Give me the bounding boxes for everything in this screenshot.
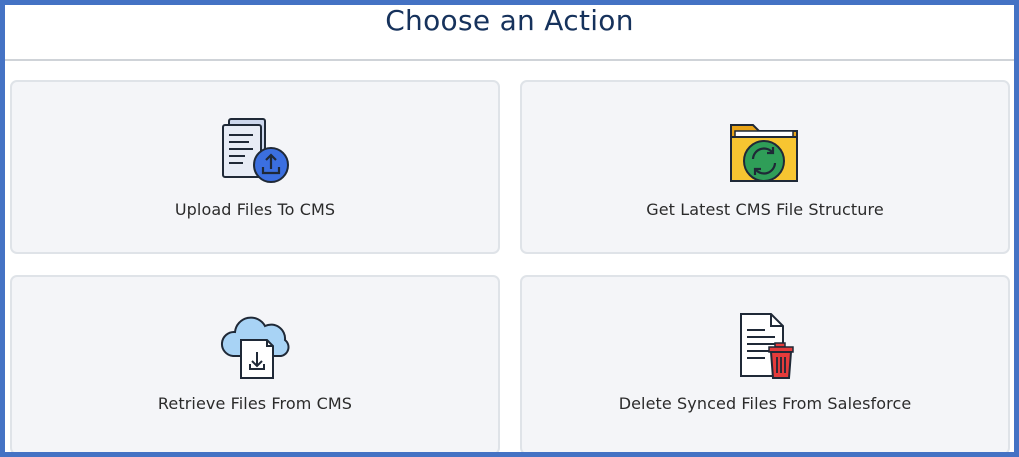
- retrieve-files-card[interactable]: Retrieve Files From CMS: [10, 275, 500, 452]
- header: Choose an Action: [5, 5, 1014, 61]
- folder-sync-icon: [729, 115, 801, 187]
- action-chooser-window: Choose an Action Upload Files To CMS Get…: [0, 0, 1019, 457]
- delete-synced-files-card[interactable]: Delete Synced Files From Salesforce: [520, 275, 1010, 452]
- page-title: Choose an Action: [385, 4, 634, 37]
- delete-synced-files-label: Delete Synced Files From Salesforce: [618, 394, 912, 413]
- upload-document-icon: [219, 115, 291, 187]
- upload-files-label: Upload Files To CMS: [174, 200, 336, 219]
- retrieve-files-label: Retrieve Files From CMS: [157, 394, 353, 413]
- get-latest-structure-card[interactable]: Get Latest CMS File Structure: [520, 80, 1010, 254]
- cloud-download-icon: [219, 310, 291, 382]
- action-grid: Upload Files To CMS Get Latest CMS File …: [10, 80, 1014, 452]
- get-latest-structure-label: Get Latest CMS File Structure: [646, 200, 884, 219]
- document-delete-icon: [729, 310, 801, 382]
- upload-files-card[interactable]: Upload Files To CMS: [10, 80, 500, 254]
